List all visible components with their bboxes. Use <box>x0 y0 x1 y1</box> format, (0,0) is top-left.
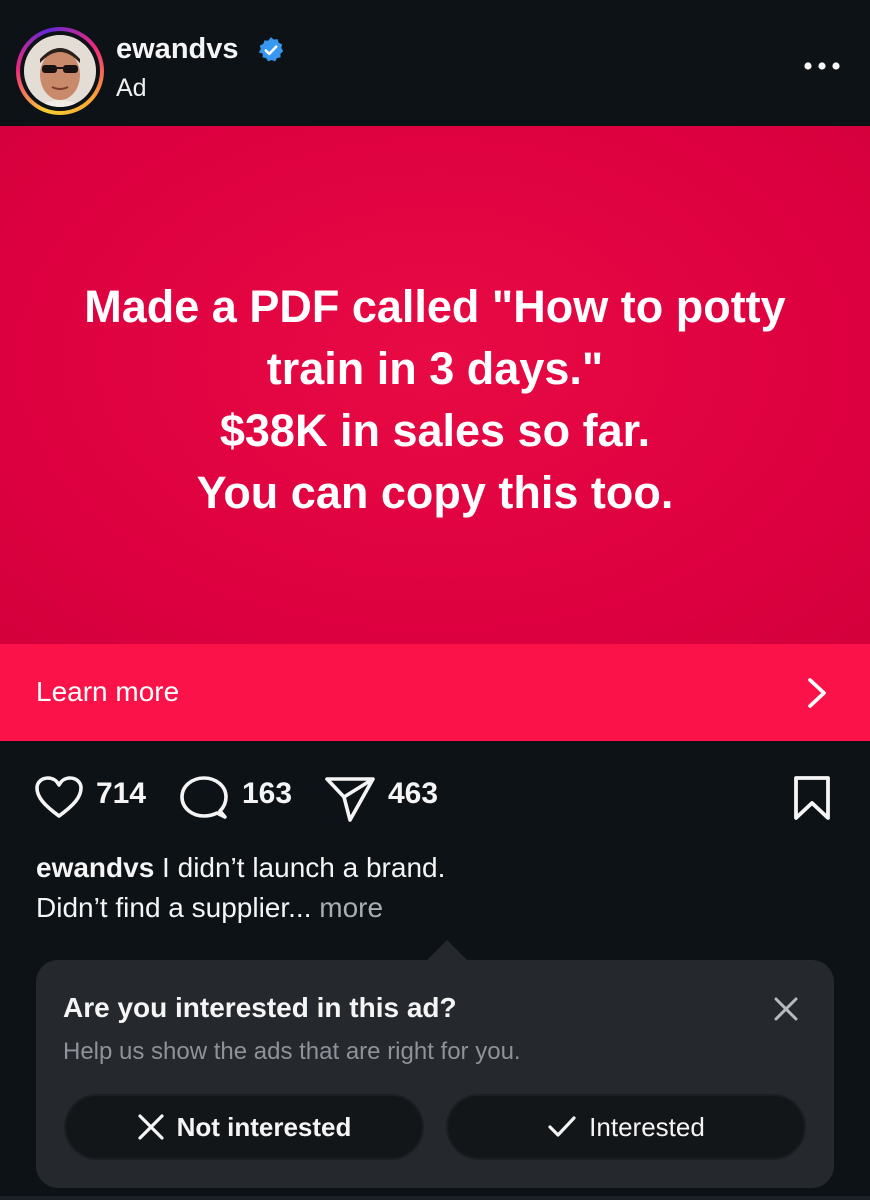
ad-headline: Made a PDF called "How to potty train in… <box>84 281 786 518</box>
cta-label: Learn more <box>36 676 180 707</box>
ad-feedback-popover: Are you interested in this ad? Help us s… <box>36 940 834 1188</box>
comment-icon[interactable] <box>180 775 228 821</box>
not-interested-button[interactable]: Not interested <box>64 1094 424 1160</box>
username[interactable]: ewandvs <box>116 33 239 66</box>
comments-count[interactable]: 163 <box>242 777 292 811</box>
caption-text-2: Didn’t find a supplier... <box>36 892 312 923</box>
learn-more-button[interactable]: Learn more <box>0 644 870 741</box>
more-options-icon[interactable] <box>802 60 842 72</box>
shares-count[interactable]: 463 <box>388 777 438 811</box>
caption-username[interactable]: ewandvs <box>36 852 154 883</box>
post-caption: ewandvs I didn’t launch a brand. Didn’t … <box>36 848 445 928</box>
x-icon <box>137 1114 164 1140</box>
avatar-photo <box>24 35 96 107</box>
interested-label: Interested <box>589 1111 705 1142</box>
checkmark-icon <box>548 1116 576 1137</box>
post-header: ewandvs Ad <box>0 0 870 126</box>
caption-line-1: ewandvs I didn’t launch a brand. <box>36 848 445 888</box>
heart-icon[interactable] <box>34 775 84 819</box>
bookmark-icon[interactable] <box>792 775 832 821</box>
ad-post: ewandvs Ad Made a PDF called "How to pot… <box>0 0 870 1200</box>
likes-count[interactable]: 714 <box>96 777 146 811</box>
verified-badge-icon <box>258 37 284 62</box>
popover-pointer <box>425 940 469 962</box>
ad-creative[interactable]: Made a PDF called "How to potty train in… <box>0 126 870 644</box>
caption-line-2: Didn’t find a supplier... more <box>36 888 445 928</box>
feedback-subtitle: Help us show the ads that are right for … <box>63 1038 521 1065</box>
action-bar: 714 163 463 <box>0 741 870 841</box>
avatar-face-icon <box>24 35 96 107</box>
close-icon[interactable] <box>772 995 800 1023</box>
bottom-divider <box>0 1196 870 1200</box>
feedback-title: Are you interested in this ad? <box>63 992 457 1023</box>
send-icon[interactable] <box>324 775 376 823</box>
not-interested-label: Not interested <box>176 1111 352 1142</box>
chevron-right-icon <box>808 678 826 708</box>
interested-button[interactable]: Interested <box>446 1094 806 1160</box>
caption-text-1: I didn’t launch a brand. <box>154 852 446 883</box>
sponsored-label: Ad <box>116 74 147 102</box>
avatar[interactable] <box>16 27 104 115</box>
caption-more-link[interactable]: more <box>319 892 383 923</box>
